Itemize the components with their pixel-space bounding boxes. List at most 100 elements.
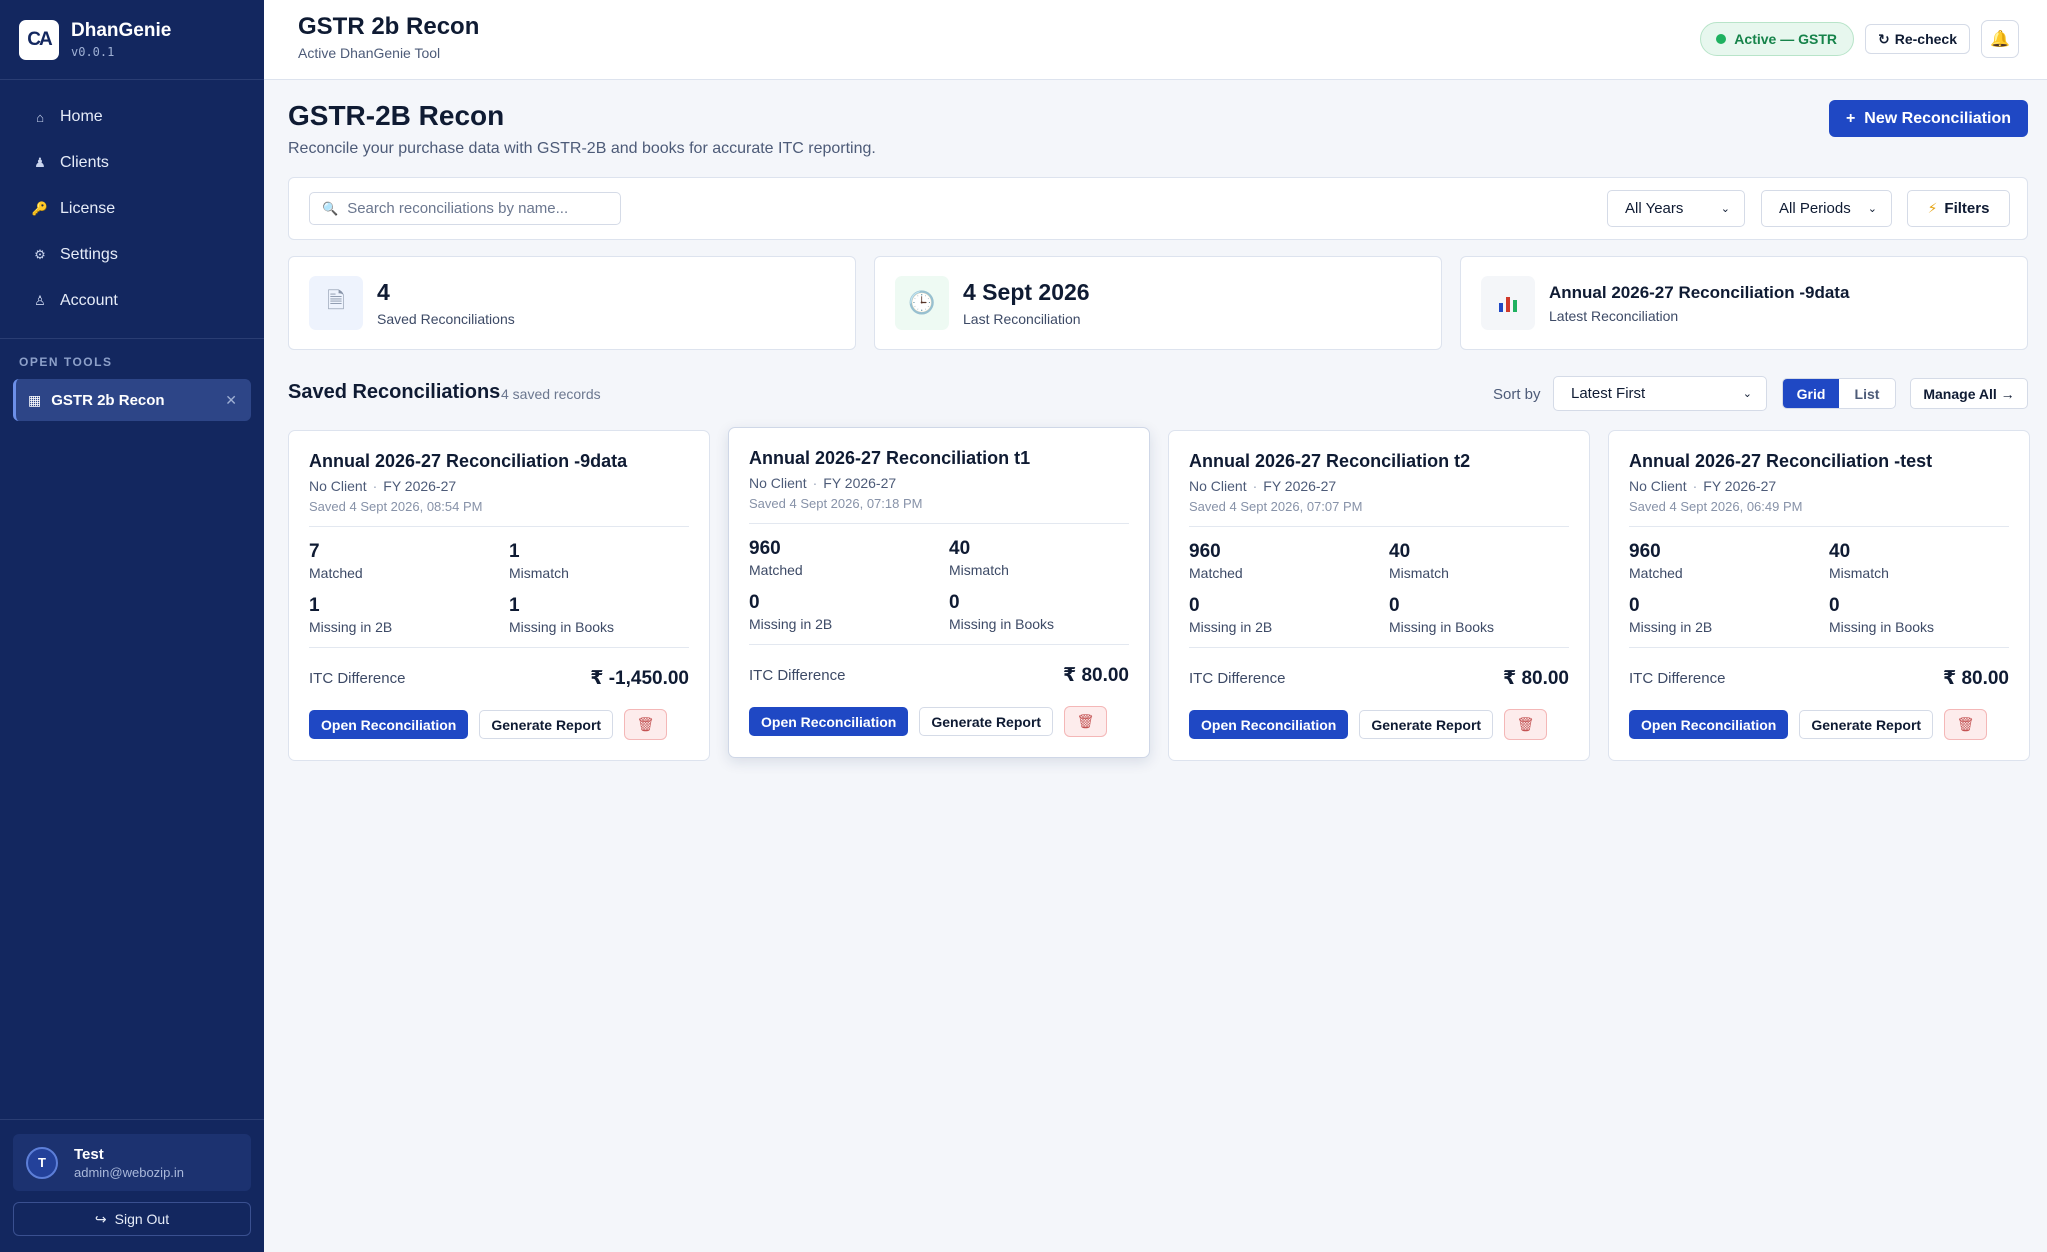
- generate-report-button[interactable]: Generate Report: [479, 710, 614, 739]
- missing-2b-label: Missing in 2B: [1629, 619, 1713, 635]
- new-reconciliation-button[interactable]: + New Reconciliation: [1828, 100, 2028, 137]
- delete-button[interactable]: 🗑: [1944, 709, 1988, 740]
- missing-2b-label: Missing in 2B: [309, 619, 393, 635]
- delete-button[interactable]: 🗑: [1504, 709, 1548, 740]
- card-client: No Client: [749, 475, 807, 491]
- card-metrics: 7 Matched 1 Mismatch 1 Missing in 2B 1 Missi…: [309, 541, 689, 635]
- periods-select-value: All Periods: [1779, 200, 1851, 217]
- tool-subtitle: Active DhanGenie Tool: [298, 45, 441, 61]
- itc-label: ITC Difference: [1189, 670, 1286, 687]
- open-tool-gstr-2b-recon[interactable]: ▦ GSTR 2b Recon ✕: [13, 379, 251, 421]
- delete-button[interactable]: 🗑: [624, 709, 668, 740]
- chevron-down-icon: ⌄: [1720, 203, 1730, 215]
- user-card[interactable]: T Test admin@webozip.in: [13, 1134, 251, 1191]
- sign-out-button[interactable]: ↪ Sign Out: [13, 1202, 251, 1236]
- user-name: Test: [74, 1145, 104, 1163]
- user-area: T Test admin@webozip.in ↪ Sign Out: [0, 1119, 264, 1252]
- sidebar-item-label: Home: [60, 108, 103, 125]
- card-meta: No Client · FY 2026-27: [749, 475, 897, 491]
- home-icon: ⌂: [36, 109, 44, 125]
- card-client: No Client: [1189, 478, 1247, 494]
- stat-card-saved: 🗎 4 Saved Reconciliations: [288, 256, 856, 350]
- trash-icon: 🗑: [1516, 716, 1535, 732]
- itc-value: ₹ -1,450.00: [590, 668, 689, 689]
- itc-value: ₹ 80.00: [1062, 665, 1129, 686]
- view-grid-button[interactable]: Grid: [1783, 379, 1839, 408]
- sidebar-item-home[interactable]: ⌂ Home: [0, 94, 264, 140]
- delete-button[interactable]: 🗑: [1064, 706, 1108, 737]
- status-badge: Active — GSTR: [1700, 22, 1854, 56]
- card-client: No Client: [1629, 478, 1687, 494]
- filter-bar: 🔍 All Years ⌄ All Periods ⌄ ⚡ Filters: [288, 177, 2028, 240]
- brand-logo[interactable]: CA: [19, 19, 59, 60]
- missing-2b-label: Missing in 2B: [749, 616, 833, 632]
- missing-books-label: Missing in Books: [1829, 619, 1935, 635]
- sidebar-item-clients[interactable]: ♟ Clients: [0, 140, 264, 186]
- card-saved-time: Saved 4 Sept 2026, 07:07 PM: [1189, 499, 1363, 514]
- sort-select[interactable]: Latest First ⌄: [1553, 376, 1767, 411]
- mismatch-value: 1: [509, 541, 520, 562]
- generate-report-button[interactable]: Generate Report: [1359, 710, 1494, 739]
- card-fy: FY 2026-27: [823, 475, 897, 491]
- years-select[interactable]: All Years ⌄: [1607, 190, 1745, 227]
- open-reconciliation-button[interactable]: Open Reconciliation: [1189, 710, 1349, 739]
- tool-title: GSTR 2b Recon: [298, 13, 480, 40]
- view-list-button[interactable]: List: [1839, 379, 1895, 408]
- status-text: Active — GSTR: [1734, 31, 1837, 47]
- itc-label: ITC Difference: [1629, 670, 1726, 687]
- open-reconciliation-button[interactable]: Open Reconciliation: [309, 710, 469, 739]
- open-reconciliation-button[interactable]: Open Reconciliation: [749, 707, 909, 736]
- search-box[interactable]: 🔍: [309, 192, 621, 225]
- itc-value: ₹ 80.00: [1942, 668, 2009, 689]
- card-title: Annual 2026-27 Reconciliation t2: [1189, 451, 1471, 471]
- reconciliation-card: Annual 2026-27 Reconciliation -9data No …: [288, 430, 710, 761]
- sort-select-value: Latest First: [1571, 385, 1646, 402]
- open-tools-label: OPEN TOOLS: [19, 355, 113, 369]
- itc-label: ITC Difference: [309, 670, 406, 687]
- manage-all-button[interactable]: Manage All →: [1910, 378, 2028, 409]
- itc-value: ₹ 80.00: [1502, 668, 1569, 689]
- missing-2b-value: 0: [1629, 595, 1640, 616]
- user-email: admin@webozip.in: [74, 1164, 185, 1180]
- bell-icon: 🔔: [1990, 31, 2010, 48]
- mismatch-value: 40: [949, 538, 971, 559]
- search-input[interactable]: [347, 200, 618, 217]
- page-subtitle: Reconcile your purchase data with GSTR-2…: [288, 140, 876, 157]
- clock-icon: 🕒: [895, 276, 949, 330]
- missing-books-label: Missing in Books: [1389, 619, 1495, 635]
- close-icon[interactable]: ✕: [225, 392, 237, 409]
- notifications-button[interactable]: 🔔: [1981, 20, 2019, 58]
- open-reconciliation-button[interactable]: Open Reconciliation: [1629, 710, 1789, 739]
- filters-label: Filters: [1944, 200, 1990, 217]
- new-reconciliation-label: New Reconciliation: [1864, 109, 2011, 127]
- user-icon: ♟: [34, 155, 46, 170]
- search-icon: 🔍: [322, 200, 339, 216]
- matched-value: 960: [1629, 541, 1661, 562]
- card-metrics: 960 Matched 40 Mismatch 0 Missing in 2B 0 Mi…: [1629, 541, 2009, 635]
- missing-books-value: 1: [509, 595, 520, 616]
- sidebar-item-license[interactable]: 🔑 License: [0, 186, 264, 232]
- generate-report-button[interactable]: Generate Report: [919, 707, 1054, 736]
- open-tool-label: GSTR 2b Recon: [51, 391, 165, 409]
- recheck-button[interactable]: ↻ Re-check: [1865, 24, 1970, 54]
- sign-out-icon: ↪: [94, 1210, 107, 1227]
- trash-icon: 🗑: [636, 716, 655, 732]
- stat-label: Last Reconciliation: [963, 311, 1081, 327]
- sidebar-item-label: License: [60, 200, 116, 217]
- list-header: Saved Reconciliations 4 saved records So…: [288, 376, 2028, 411]
- reconciliation-grid: Annual 2026-27 Reconciliation -9data No …: [288, 427, 2030, 761]
- stat-label: Latest Reconciliation: [1549, 307, 1679, 324]
- sidebar-item-account[interactable]: ♙ Account: [0, 278, 264, 324]
- matched-label: Matched: [1189, 565, 1243, 581]
- gear-icon: ⚙: [34, 247, 46, 262]
- card-title: Annual 2026-27 Reconciliation -test: [1629, 451, 1933, 471]
- trash-icon: 🗑: [1076, 713, 1095, 729]
- periods-select[interactable]: All Periods ⌄: [1761, 190, 1892, 227]
- card-title: Annual 2026-27 Reconciliation -9data: [309, 451, 628, 471]
- sidebar-item-settings[interactable]: ⚙ Settings: [0, 232, 264, 278]
- mismatch-label: Mismatch: [949, 562, 1009, 578]
- generate-report-button[interactable]: Generate Report: [1799, 710, 1934, 739]
- itc-label: ITC Difference: [749, 667, 846, 684]
- filters-button[interactable]: ⚡ Filters: [1907, 190, 2010, 227]
- years-select-value: All Years: [1625, 200, 1684, 217]
